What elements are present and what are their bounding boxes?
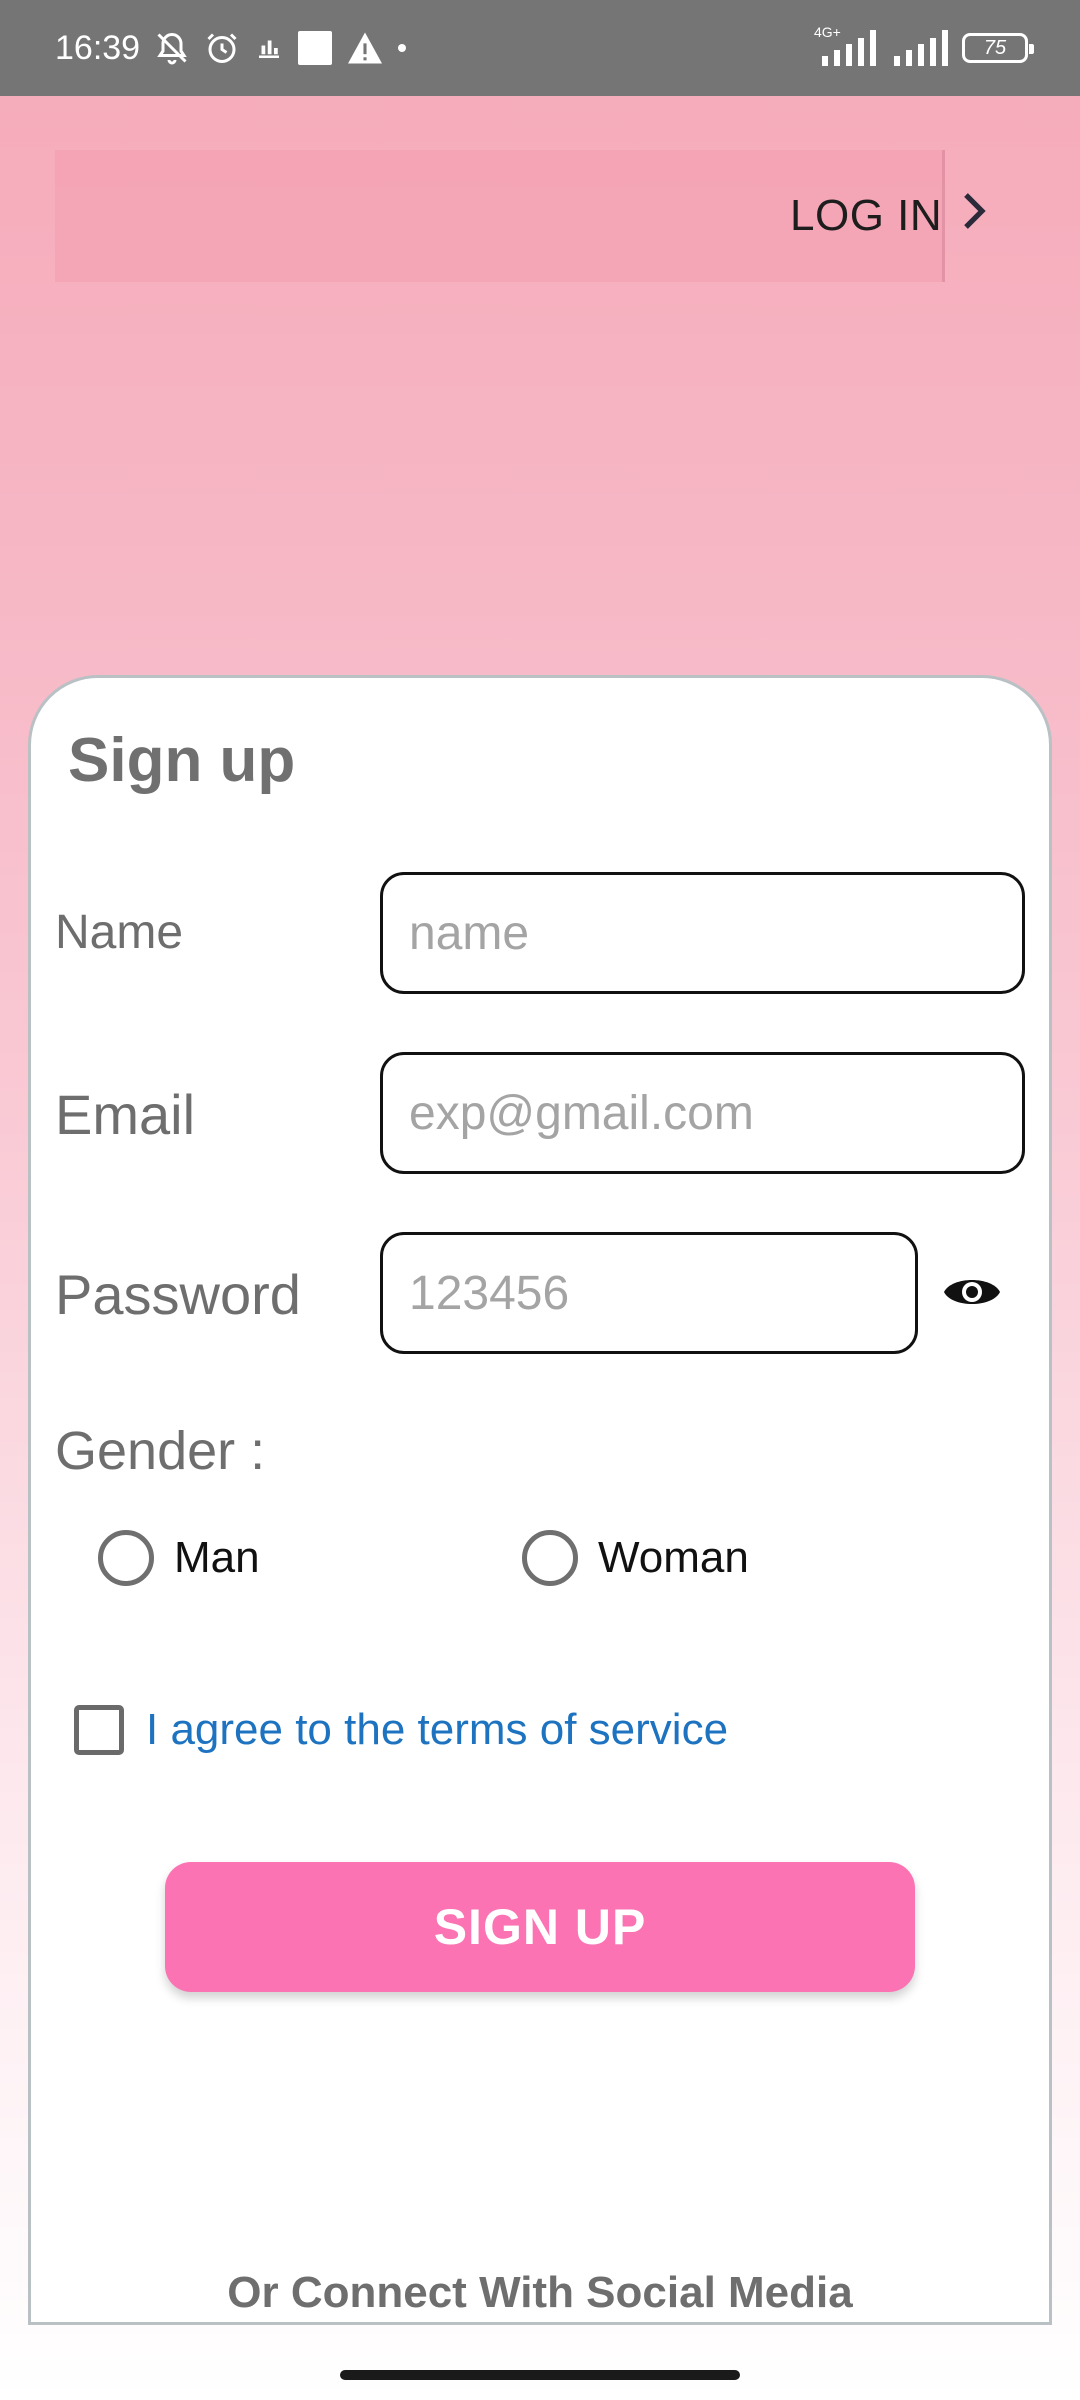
eye-icon[interactable] — [942, 1262, 1002, 1322]
password-label: Password — [55, 1263, 301, 1326]
bell-off-icon — [154, 30, 190, 66]
battery-icon: 75 — [962, 33, 1034, 63]
warning-icon — [346, 31, 384, 65]
radio-man[interactable]: Man — [98, 1530, 260, 1586]
battery-level: 75 — [983, 36, 1007, 59]
radio-woman[interactable]: Woman — [522, 1530, 749, 1586]
login-label: LOG IN — [790, 191, 943, 240]
social-media-heading: Or Connect With Social Media — [227, 2268, 853, 2317]
login-button[interactable]: LOG IN — [790, 150, 990, 282]
name-input[interactable] — [380, 872, 1025, 994]
chevron-right-icon — [960, 191, 988, 242]
signup-button[interactable]: SIGN UP — [165, 1862, 915, 1992]
email-label: Email — [55, 1083, 196, 1146]
dot-icon — [398, 44, 407, 52]
terms-checkbox[interactable] — [74, 1705, 124, 1755]
terms-link[interactable]: I agree to the terms of service — [146, 1705, 728, 1755]
terms-checkbox-row[interactable]: I agree to the terms of service — [74, 1705, 728, 1755]
signal-icon: 4G+ — [814, 24, 880, 66]
name-label: Name — [55, 906, 184, 959]
email-input[interactable] — [380, 1052, 1025, 1174]
page-title: Sign up — [68, 726, 296, 795]
home-indicator[interactable] — [340, 2370, 740, 2380]
gender-label: Gender : — [55, 1421, 266, 1481]
radio-circle[interactable] — [522, 1530, 578, 1586]
radio-circle[interactable] — [98, 1530, 154, 1586]
password-input[interactable] — [380, 1232, 918, 1354]
signal-icon — [894, 30, 948, 66]
radio-woman-label: Woman — [598, 1533, 749, 1582]
radio-man-label: Man — [174, 1533, 260, 1582]
status-time: 16:39 — [55, 28, 141, 67]
square-icon — [298, 31, 333, 65]
status-bar: 16:39 4G+ 75 — [0, 0, 1080, 96]
notification-icon — [254, 33, 284, 63]
network-label: 4G+ — [814, 24, 841, 40]
alarm-icon — [204, 30, 240, 66]
